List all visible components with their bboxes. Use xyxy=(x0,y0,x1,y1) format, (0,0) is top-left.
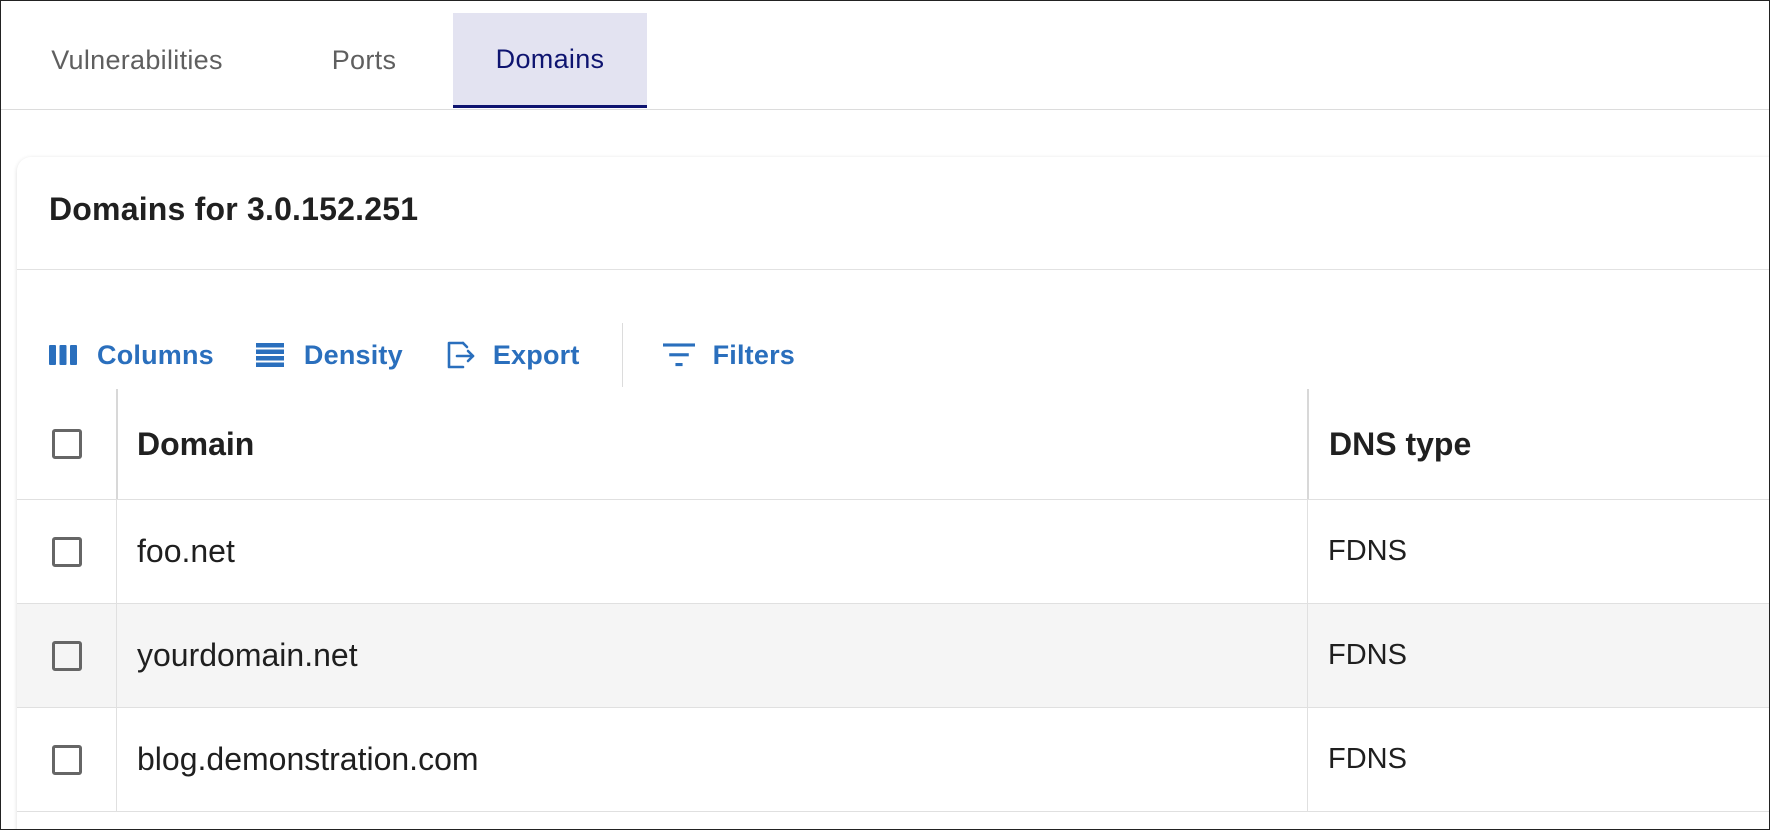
panel-divider xyxy=(17,269,1769,270)
columns-button[interactable]: Columns xyxy=(47,339,214,371)
tab-bar: Vulnerabilities Ports Domains xyxy=(1,1,1769,110)
table-row[interactable]: foo.net FDNS xyxy=(17,500,1769,604)
grid-toolbar: Columns Density Export Filters xyxy=(47,323,835,387)
domain-cell: yourdomain.net xyxy=(137,637,358,673)
filter-icon xyxy=(662,339,695,371)
table-row[interactable]: blog.demonstration.com FDNS xyxy=(17,708,1769,812)
domain-cell: foo.net xyxy=(137,533,235,569)
filters-label: Filters xyxy=(712,339,795,370)
dns-type-cell: FDNS xyxy=(1307,604,1769,707)
row-checkbox[interactable] xyxy=(51,640,82,671)
tab-ports[interactable]: Ports xyxy=(301,13,427,107)
header-checkbox-cell xyxy=(17,389,118,499)
row-checkbox-cell xyxy=(17,604,117,707)
export-icon xyxy=(443,339,475,371)
density-button[interactable]: Density xyxy=(254,339,403,371)
columns-label: Columns xyxy=(97,339,214,370)
toolbar-separator xyxy=(621,323,623,387)
density-icon xyxy=(254,339,286,371)
domain-cell: blog.demonstration.com xyxy=(137,741,479,777)
row-checkbox[interactable] xyxy=(51,744,82,775)
panel-title: Domains for 3.0.152.251 xyxy=(49,191,419,227)
domains-table: Domain DNS type foo.net FDNS yourdomain.… xyxy=(17,389,1769,812)
tab-vulnerabilities[interactable]: Vulnerabilities xyxy=(9,13,265,107)
table-row[interactable]: yourdomain.net FDNS xyxy=(17,604,1769,708)
select-all-checkbox[interactable] xyxy=(51,429,82,459)
column-header-dns-type[interactable]: DNS type xyxy=(1307,389,1769,499)
dns-type-cell: FDNS xyxy=(1307,500,1769,603)
tab-domains[interactable]: Domains xyxy=(453,13,647,108)
view-columns-icon xyxy=(47,339,79,371)
density-label: Density xyxy=(303,339,403,370)
row-checkbox-cell xyxy=(17,708,117,811)
column-header-domain[interactable]: Domain xyxy=(137,389,1287,499)
table-header-row: Domain DNS type xyxy=(17,389,1769,500)
export-button[interactable]: Export xyxy=(443,339,580,371)
domains-panel: Domains for 3.0.152.251 Columns Density … xyxy=(17,157,1769,829)
dns-type-cell: FDNS xyxy=(1307,708,1769,811)
filters-button[interactable]: Filters xyxy=(662,339,795,371)
export-label: Export xyxy=(492,339,580,370)
row-checkbox[interactable] xyxy=(51,536,82,567)
row-checkbox-cell xyxy=(17,500,117,603)
app-frame: Vulnerabilities Ports Domains Domains fo… xyxy=(0,0,1770,830)
